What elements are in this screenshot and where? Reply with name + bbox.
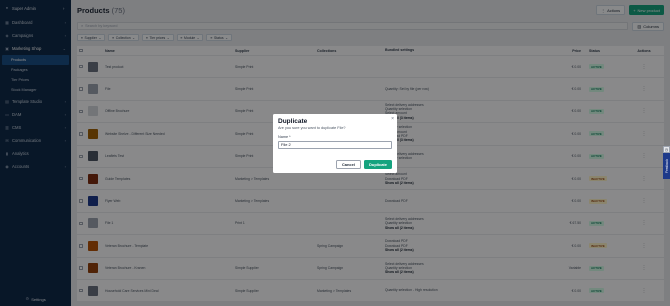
- help-icon[interactable]: ◷: [663, 146, 670, 153]
- close-icon[interactable]: ×: [391, 116, 394, 122]
- name-field[interactable]: File 2: [278, 140, 392, 149]
- dialog-title: Duplicate: [278, 118, 308, 125]
- feedback-tab[interactable]: Feedback: [663, 153, 670, 179]
- name-field-label: Name *: [278, 135, 291, 139]
- cancel-button[interactable]: Cancel: [335, 160, 361, 169]
- dialog-message: Are you sure you want to duplicate File?: [278, 126, 346, 130]
- duplicate-button[interactable]: Duplicate: [363, 160, 392, 169]
- duplicate-dialog: Duplicate × Are you sure you want to dup…: [273, 114, 397, 173]
- feedback-label: Feedback: [664, 159, 669, 173]
